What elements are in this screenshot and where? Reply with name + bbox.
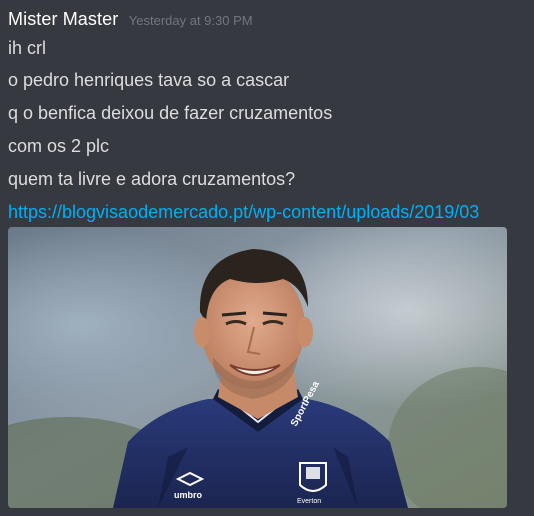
message-link[interactable]: https://blogvisaodemercado.pt/wp-content… (8, 200, 479, 224)
message-timestamp: Yesterday at 9:30 PM (128, 13, 253, 28)
message-line: ih crl (8, 38, 47, 58)
embedded-image[interactable]: SportPesa umbro Everton (8, 227, 507, 508)
shirt-brand-text: umbro (174, 490, 203, 500)
message-line: q o benfica deixou de fazer cruzamentos (8, 103, 333, 123)
message-line: o pedro henriques tava so a cascar (8, 70, 290, 90)
shirt-badge-text: Everton (297, 498, 321, 505)
photo-illustration: SportPesa umbro Everton (8, 227, 507, 508)
message-line: quem ta livre e adora cruzamentos? (8, 169, 296, 189)
username[interactable]: Mister Master (8, 9, 118, 29)
message-header: Mister Master Yesterday at 9:30 PM (8, 8, 253, 32)
message-line: com os 2 plc (8, 136, 110, 156)
chat-view: Mister Master Yesterday at 9:30 PM ih cr… (0, 0, 534, 516)
